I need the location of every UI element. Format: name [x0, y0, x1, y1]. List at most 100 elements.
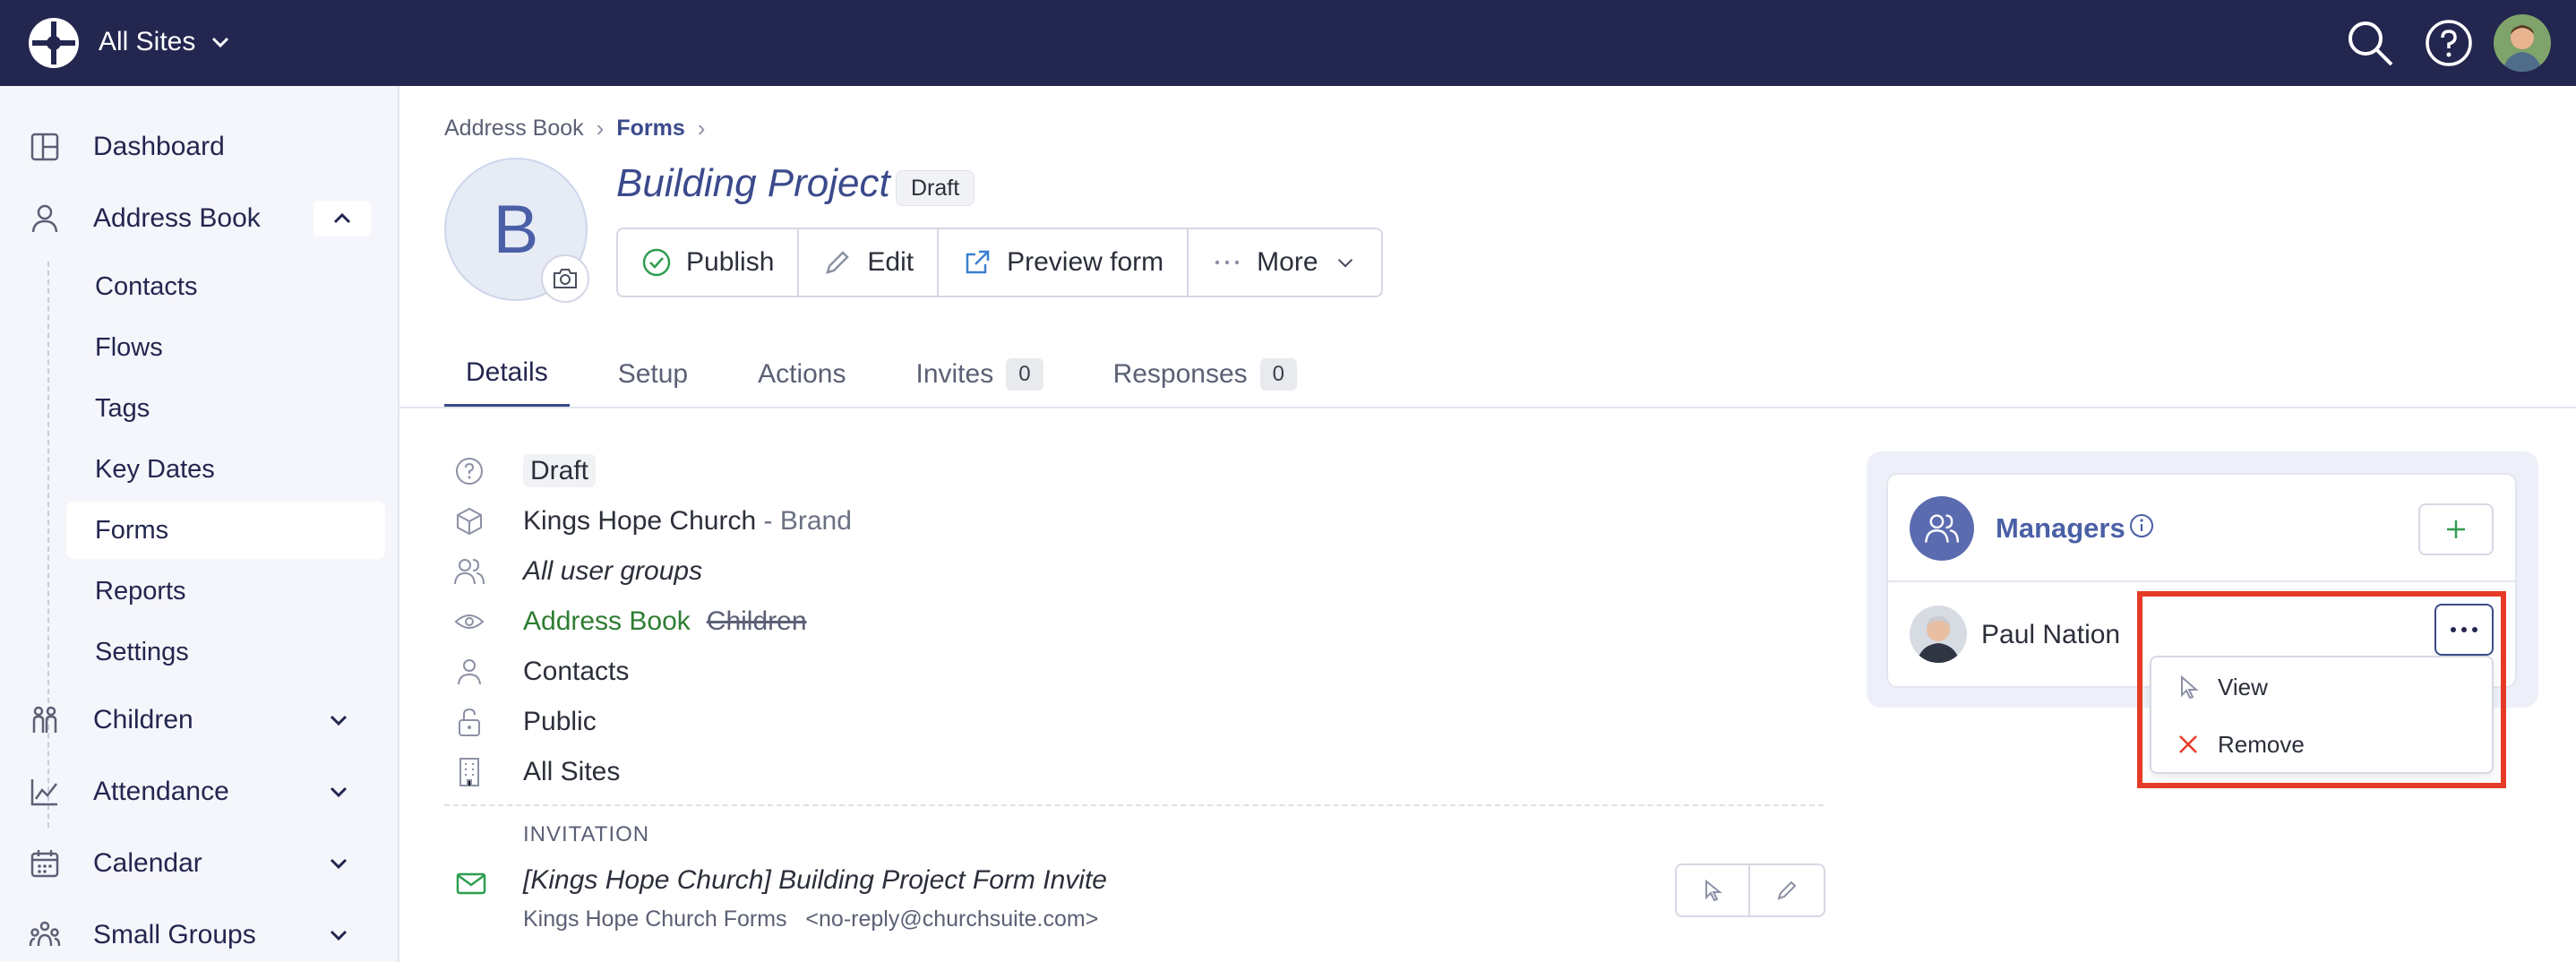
sidebar-subitem-forms[interactable]: Forms — [66, 502, 385, 559]
sidebar-subitem-flows[interactable]: Flows — [66, 319, 385, 376]
pencil-icon — [1777, 880, 1797, 900]
manager-name[interactable]: Paul Nation — [1981, 620, 2120, 650]
manager-avatar — [1910, 606, 1967, 663]
camera-icon — [554, 269, 577, 288]
invitation-from-email: <no-reply@churchsuite.com> — [805, 906, 1099, 932]
top-bar: All Sites — [0, 0, 2576, 86]
detail-access-value: Public — [523, 707, 597, 736]
manager-options-menu: View Remove — [2150, 656, 2494, 774]
sidebar-item-label: Address Book — [93, 203, 261, 233]
status-badge: Draft — [896, 170, 975, 206]
unlock-icon — [459, 708, 480, 736]
detail-visibility-value: Address Book Children — [523, 606, 807, 637]
detail-sites-value: All Sites — [523, 757, 621, 786]
close-icon — [2179, 735, 2197, 753]
tab-details[interactable]: Details — [444, 340, 570, 408]
sidebar-subitem-tags[interactable]: Tags — [66, 380, 385, 437]
envelope-icon — [456, 872, 486, 895]
sidebar-subitem-key-dates[interactable]: Key Dates — [66, 441, 385, 498]
tab-actions[interactable]: Actions — [736, 340, 867, 408]
count-badge: 0 — [1006, 358, 1043, 391]
sidebar-item-attendance[interactable]: Attendance — [0, 763, 399, 820]
sidebar-item-label: Children — [93, 705, 193, 734]
detail-module-value: Contacts — [523, 657, 630, 686]
user-avatar[interactable] — [2494, 14, 2551, 72]
tab-bar: Details Setup Actions Invites 0 Responses… — [444, 340, 1345, 408]
tab-label: Invites — [915, 359, 994, 389]
brand-suffix: - Brand — [763, 506, 852, 536]
status-tag: Draft — [523, 454, 597, 487]
calendar-icon — [30, 850, 59, 878]
eye-icon — [454, 614, 485, 629]
managers-divider — [1888, 580, 2515, 582]
sidebar-subitem-contacts[interactable]: Contacts — [66, 258, 385, 315]
tab-label: Actions — [758, 359, 846, 389]
invitation-from: Kings Hope Church Forms <no-reply@church… — [523, 906, 1098, 932]
pencil-icon — [826, 251, 850, 274]
sidebar-item-label: Calendar — [93, 848, 202, 878]
breadcrumb-root[interactable]: Address Book — [444, 116, 584, 142]
app-logo-icon[interactable] — [27, 16, 81, 70]
chevron-down-icon — [330, 858, 348, 870]
section-divider — [444, 804, 1824, 806]
tab-responses[interactable]: Responses 0 — [1092, 340, 1318, 408]
tab-invites[interactable]: Invites 0 — [895, 340, 1065, 408]
plus-icon — [2447, 520, 2465, 538]
users-icon — [454, 559, 485, 585]
menu-item-remove[interactable]: Remove — [2151, 717, 2492, 772]
info-icon[interactable] — [2128, 512, 2155, 539]
invitation-heading: INVITATION — [523, 822, 650, 846]
more-label: More — [1257, 247, 1318, 277]
children-icon — [32, 706, 57, 733]
sidebar-subitem-settings[interactable]: Settings — [66, 623, 385, 681]
chevron-down-icon — [330, 786, 348, 798]
tab-setup[interactable]: Setup — [597, 340, 709, 408]
preview-invitation-button[interactable] — [1677, 865, 1750, 915]
invitation-actions — [1675, 863, 1825, 917]
manager-options-button[interactable] — [2434, 604, 2494, 656]
detail-status-value: Draft — [523, 454, 597, 487]
edit-label: Edit — [867, 247, 914, 277]
users-icon — [1925, 514, 1959, 543]
visibility-active: Address Book — [523, 606, 691, 636]
person-icon — [31, 204, 58, 233]
menu-item-view[interactable]: View — [2151, 659, 2492, 715]
preview-form-label: Preview form — [1007, 247, 1164, 277]
change-photo-button[interactable] — [541, 254, 589, 303]
breadcrumb-separator: › — [697, 115, 706, 142]
ellipsis-icon — [2451, 627, 2477, 632]
add-manager-button[interactable] — [2418, 503, 2494, 555]
breadcrumb-separator: › — [596, 115, 605, 142]
chevron-down-icon — [330, 715, 348, 726]
publish-button[interactable]: Publish — [618, 229, 800, 296]
sidebar-item-calendar[interactable]: Calendar — [0, 835, 399, 892]
check-circle-icon — [642, 248, 671, 277]
sidebar-item-address-book[interactable]: Address Book — [0, 190, 399, 247]
tabs-divider — [399, 407, 2576, 408]
search-icon[interactable] — [2343, 16, 2397, 70]
chart-icon — [30, 779, 57, 806]
menu-item-label: Remove — [2218, 730, 2305, 758]
detail-brand-value: Kings Hope Church - Brand — [523, 506, 852, 537]
cursor-icon — [2181, 674, 2199, 700]
preview-form-button[interactable]: Preview form — [939, 229, 1189, 296]
sidebar-subitem-reports[interactable]: Reports — [66, 563, 385, 620]
box-icon — [457, 507, 482, 536]
help-icon[interactable] — [2424, 18, 2474, 68]
site-selector[interactable]: All Sites — [99, 27, 233, 57]
edit-invitation-button[interactable] — [1750, 865, 1824, 915]
sidebar-item-children[interactable]: Children — [0, 691, 399, 749]
more-button[interactable]: More — [1189, 229, 1380, 296]
breadcrumb: Address Book › Forms › — [444, 115, 705, 142]
brand-name: Kings Hope Church — [523, 506, 757, 536]
count-badge: 0 — [1259, 358, 1298, 391]
tab-label: Responses — [1112, 359, 1248, 389]
sidebar-item-small-groups[interactable]: Small Groups — [0, 906, 399, 962]
tab-label: Details — [466, 356, 548, 387]
external-link-icon — [966, 250, 990, 274]
managers-title: Managers — [1996, 512, 2125, 544]
breadcrumb-current[interactable]: Forms — [616, 116, 684, 142]
collapse-button[interactable] — [313, 201, 371, 236]
sidebar-item-dashboard[interactable]: Dashboard — [0, 118, 399, 176]
edit-button[interactable]: Edit — [799, 229, 940, 296]
